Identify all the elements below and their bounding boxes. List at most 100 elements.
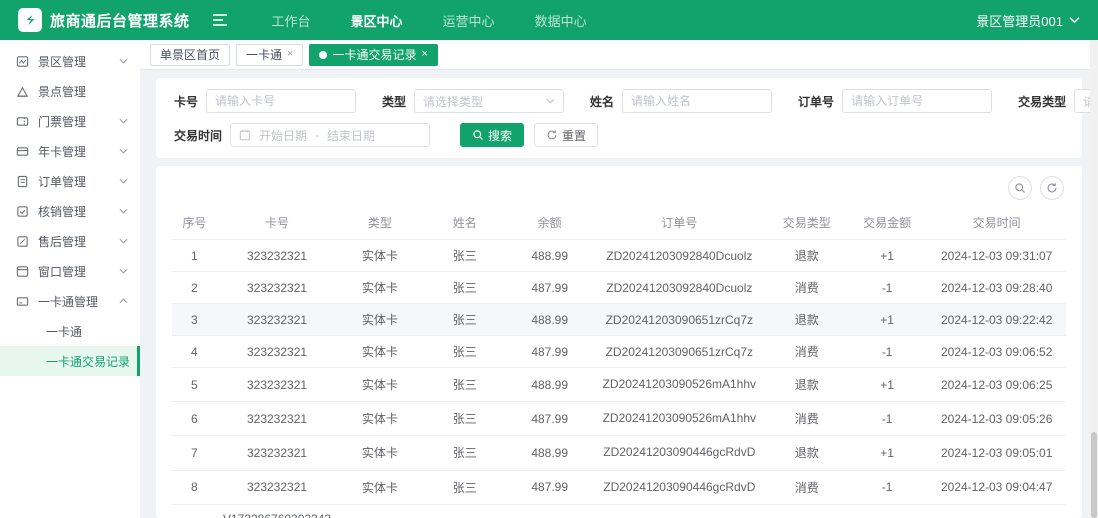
sidebar-subitem-onecard-transactions[interactable]: 一卡通交易记录 [0,346,140,376]
sidebar-item-verification-management[interactable]: 核销管理 [0,196,140,226]
col-balance: 余额 [507,206,592,240]
start-date-placeholder: 开始日期 [259,127,307,144]
nav-operation-center[interactable]: 运营中心 [443,11,495,30]
table-row[interactable]: 3323232321实体卡张三488.99ZD20241203090651zrC… [172,304,1066,336]
card-no-input[interactable] [206,89,356,113]
order-icon [16,175,29,188]
cell-order-no: ZD20241203090651zrCq7z [592,304,766,336]
tab-scenic-home[interactable]: 单景区首页 [150,44,230,66]
card-no-label: 卡号 [174,93,198,110]
table-row[interactable]: 1323232321实体卡张三488.99ZD20241203092840Dcu… [172,240,1066,272]
sidebar-item-window-management[interactable]: 窗口管理 [0,256,140,286]
sidebar-item-ticket-management[interactable]: 门票管理 [0,106,140,136]
logo-icon [18,8,42,32]
chevron-down-icon [119,268,128,274]
filter-row-1: 卡号 类型 请选择类型 姓名 订单号 [174,89,1064,113]
tab-onecard-transactions[interactable]: 一卡通交易记录 × [309,44,437,66]
cell-name: 张三 [422,368,507,402]
sidebar-item-spot-management[interactable]: 景点管理 [0,76,140,106]
sidebar-subitem-onecard[interactable]: 一卡通 [0,316,140,346]
sidebar-subitem-label: 一卡通 [46,323,82,340]
search-button[interactable]: 搜索 [460,123,524,147]
table-row[interactable]: 9V17328676030234310虚拟卡南99997ZD2024120211… [172,504,1066,518]
cell-card-no: 323232321 [217,336,338,368]
scrollbar-thumb[interactable] [1091,432,1097,518]
cell-type: 虚拟卡 [337,504,422,518]
menu-collapse-icon[interactable] [212,13,228,27]
cell-trade-type: 退款 [766,240,846,272]
user-menu[interactable]: 景区管理员001 [976,11,1080,30]
cell-card-no: 323232321 [217,304,338,336]
type-label: 类型 [382,93,406,110]
filter-panel: 卡号 类型 请选择类型 姓名 订单号 [156,78,1082,158]
tab-bar: 单景区首页 一卡通 × 一卡通交易记录 × [140,40,1098,70]
table-panel: 序号 卡号 类型 姓名 余额 订单号 交易类型 交易金额 交易时间 132323… [156,166,1082,518]
cell-trade-time: 2024-12-03 09:04:47 [927,470,1066,504]
cell-name: 张三 [422,470,507,504]
cell-order-no: ZD20241203092840Dcuolz [592,272,766,304]
nav-workbench[interactable]: 工作台 [272,11,311,30]
order-no-input[interactable] [842,89,992,113]
type-select-placeholder: 请选择类型 [423,93,483,110]
cell-card-no: 323232321 [217,240,338,272]
sidebar-item-annual-card-management[interactable]: 年卡管理 [0,136,140,166]
scenic-icon [16,55,29,68]
window-icon [16,265,29,278]
cell-balance: 487.99 [507,402,592,436]
cell-card-no: 323232321 [217,470,338,504]
cell-trade-time: 2024-12-03 09:05:01 [927,436,1066,470]
cell-order-no: ZD20241202113716tfenpb [592,504,766,518]
filter-row-2: 交易时间 开始日期 - 结束日期 搜索 重置 [174,123,1064,147]
cell-index: 7 [172,436,217,470]
cell-index: 8 [172,470,217,504]
sidebar-item-aftersale-management[interactable]: 售后管理 [0,226,140,256]
tab-onecard[interactable]: 一卡通 × [236,44,303,66]
cell-balance: 487.99 [507,272,592,304]
chevron-down-icon [119,148,128,154]
cell-card-no: 323232321 [217,436,338,470]
table-row[interactable]: 2323232321实体卡张三487.99ZD20241203092840Dcu… [172,272,1066,304]
cell-name: 南 [422,504,507,518]
col-type: 类型 [337,206,422,240]
close-icon[interactable]: × [421,49,427,60]
table-search-button[interactable] [1008,176,1032,200]
cell-index: 1 [172,240,217,272]
sidebar-item-onecard-management[interactable]: 一卡通管理 [0,286,140,316]
page-scrollbar[interactable] [1090,40,1098,518]
filter-name: 姓名 [590,89,772,113]
table-row[interactable]: 6323232321实体卡张三487.99ZD20241203090526mA1… [172,402,1066,436]
search-icon [472,129,484,141]
sidebar-item-label: 订单管理 [38,173,86,190]
filter-card-no: 卡号 [174,89,356,113]
sidebar-subitem-label: 一卡通交易记录 [46,353,130,370]
table-row[interactable]: 7323232321实体卡张三488.99ZD20241203090446gcR… [172,436,1066,470]
nav-scenic-center[interactable]: 景区中心 [351,11,403,30]
table-row[interactable]: 5323232321实体卡张三488.99ZD20241203090526mA1… [172,368,1066,402]
cell-balance: 488.99 [507,304,592,336]
end-date-placeholder: 结束日期 [327,127,375,144]
sidebar-item-order-management[interactable]: 订单管理 [0,166,140,196]
table-refresh-button[interactable] [1040,176,1064,200]
cell-trade-amount: -1 [847,272,927,304]
range-separator: - [315,128,319,142]
table-row[interactable]: 8323232321实体卡张三487.99ZD20241203090446gcR… [172,470,1066,504]
cell-trade-time: 2024-12-03 09:06:25 [927,368,1066,402]
nav-data-center[interactable]: 数据中心 [535,11,587,30]
trade-time-range-picker[interactable]: 开始日期 - 结束日期 [230,123,430,147]
trade-type-label: 交易类型 [1018,93,1066,110]
sidebar-item-label: 年卡管理 [38,143,86,160]
aftersale-icon [16,235,29,248]
type-select[interactable]: 请选择类型 [414,89,564,113]
sidebar-item-scenic-management[interactable]: 景区管理 [0,46,140,76]
reset-button[interactable]: 重置 [534,123,598,147]
calendar-icon [239,129,251,141]
chevron-up-icon [119,298,128,304]
transactions-table: 序号 卡号 类型 姓名 余额 订单号 交易类型 交易金额 交易时间 132323… [172,206,1066,518]
table-row[interactable]: 4323232321实体卡张三487.99ZD20241203090651zrC… [172,336,1066,368]
name-input[interactable] [622,89,772,113]
close-icon[interactable]: × [287,49,293,60]
cell-balance: 487.99 [507,470,592,504]
cell-balance: 487.99 [507,336,592,368]
sidebar: 景区管理 景点管理 门票管理 年卡管理 订单管理 核销管理 售后管理 窗口管理 … [0,40,140,518]
cell-trade-time: 2024-12-02 11:37:17 [927,504,1066,518]
